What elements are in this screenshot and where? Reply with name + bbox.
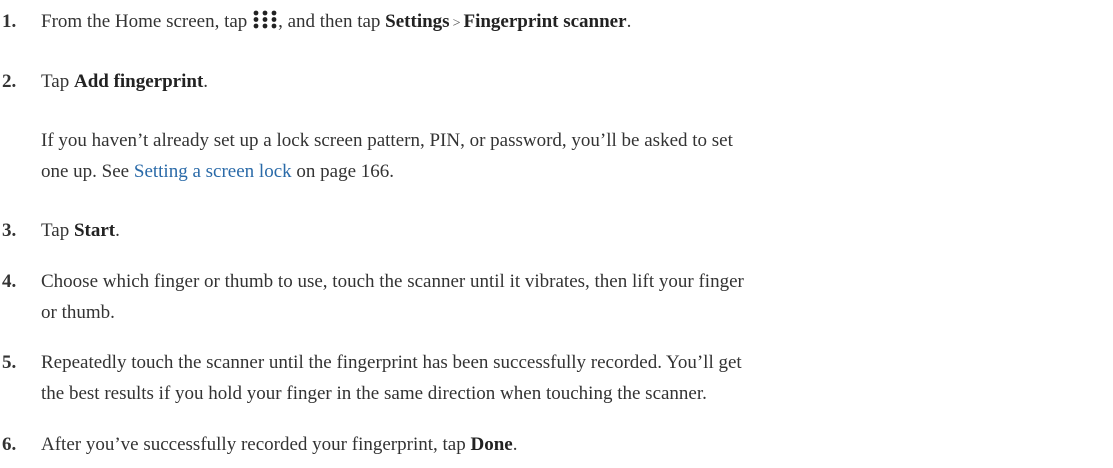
step-text: Tap Start.: [41, 220, 120, 241]
step-text: After you’ve successfully recorded your …: [41, 434, 518, 455]
note-line-1: If you haven’t already set up a lock scr…: [41, 130, 733, 151]
step-number: 6.: [2, 434, 17, 455]
step-text-line-2: or thumb.: [41, 302, 115, 323]
step-number: 4.: [2, 271, 17, 292]
setting-screen-lock-link[interactable]: Setting a screen lock: [134, 161, 292, 182]
start-label: Start: [73, 220, 116, 241]
apps-grid-icon: [252, 8, 278, 29]
step-text-line-1: Choose which finger or thumb to use, tou…: [41, 271, 744, 292]
step-number: 3.: [2, 220, 17, 241]
settings-label: Settings: [385, 11, 450, 32]
add-fingerprint-label: Add fingerprint: [73, 71, 204, 92]
step-text: From the Home screen, tap , and then tap…: [41, 6, 1113, 39]
path-separator: >: [452, 16, 461, 31]
step-text-line-1: Repeatedly touch the scanner until the f…: [41, 352, 742, 373]
note-line-2: one up. See Setting a screen lock on pag…: [41, 161, 395, 182]
step-number: 1.: [2, 11, 17, 32]
done-label: Done: [470, 434, 513, 455]
step-number: 5.: [2, 352, 17, 373]
step-number: 2.: [2, 71, 17, 92]
fingerprint-scanner-label: Fingerprint scanner: [463, 11, 627, 32]
step-text-line-2: the best results if you hold your finger…: [41, 383, 707, 404]
step-text: Tap Add fingerprint.: [41, 71, 209, 92]
